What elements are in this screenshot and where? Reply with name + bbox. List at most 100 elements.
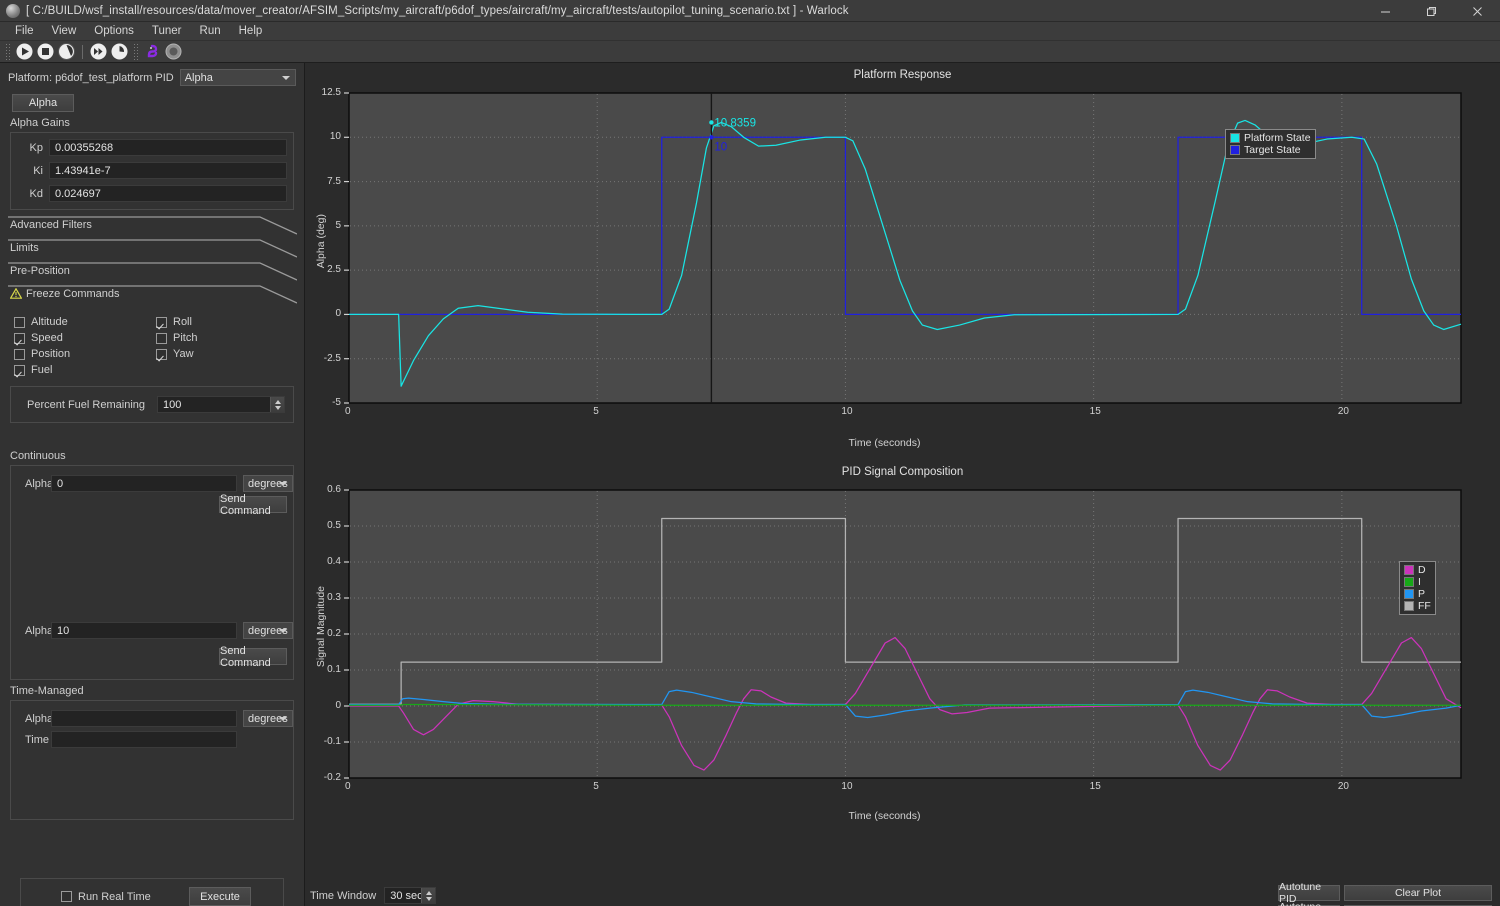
checkbox-fuel[interactable]: Fuel <box>14 362 156 378</box>
fuel-value: 100 <box>163 398 182 411</box>
checkbox-yaw-box[interactable] <box>156 348 167 360</box>
section-limits-label: Limits <box>10 242 39 254</box>
legend-item[interactable]: P <box>1404 588 1431 600</box>
pid-signal-legend[interactable]: D I P FF <box>1399 561 1436 615</box>
send-command-button-2[interactable]: Send Command <box>219 645 287 669</box>
section-pre-position[interactable]: Pre-Position <box>0 262 304 283</box>
y-tick-label: -5 <box>332 397 341 408</box>
section-limits[interactable]: Limits <box>0 239 304 260</box>
toolbar-grip-2[interactable] <box>133 43 139 60</box>
menu-tuner[interactable]: Tuner <box>143 23 191 39</box>
alpha-tab-button[interactable]: Alpha <box>12 94 74 112</box>
platform-response-plot[interactable]: Alpha (deg) 10.8359 10 Platform State Targ… <box>305 81 1500 451</box>
toolbar-grip[interactable] <box>5 43 11 60</box>
checkbox-position-box[interactable] <box>14 348 25 360</box>
continuous-unit-select-1[interactable]: degrees <box>243 475 293 492</box>
menu-help[interactable]: Help <box>230 23 272 39</box>
pid-signal-plot[interactable]: Signal Magnitude D I P FF -0.2 -0.1 0 0.1 0.2 0.… <box>305 478 1500 808</box>
kd-field[interactable]: 0.024697 <box>49 185 287 202</box>
record-icon[interactable] <box>164 42 183 61</box>
menu-view[interactable]: View <box>43 23 86 39</box>
play-icon[interactable] <box>15 42 34 61</box>
time-managed-alpha-input[interactable] <box>51 710 237 727</box>
freeze-checkbox-grid: Altitude Roll Speed Pitch Position Yaw F… <box>0 306 304 378</box>
spinner-down-icon[interactable] <box>274 405 281 410</box>
time-window-spinner[interactable]: 30 sec <box>384 887 437 904</box>
time-managed-unit-select[interactable]: degrees <box>243 710 293 727</box>
spinner-up-icon[interactable] <box>274 399 281 404</box>
x-tick-label: 20 <box>1337 781 1349 792</box>
legend-swatch <box>1404 589 1414 599</box>
send-command-button-1[interactable]: Send Command <box>219 493 287 517</box>
toolbar-separator-1 <box>82 44 83 59</box>
spinner-down-icon[interactable] <box>425 896 432 901</box>
gain-row-ki: Ki 1.43941e-7 <box>17 162 287 179</box>
continuous-unit-select-2[interactable]: degrees <box>243 622 293 639</box>
platform-response-legend[interactable]: Platform State Target State <box>1225 129 1316 159</box>
checkbox-yaw[interactable]: Yaw <box>156 346 304 362</box>
fast-forward-icon[interactable] <box>89 42 108 61</box>
fuel-spinner[interactable]: 100 <box>157 396 285 413</box>
x-tick-label: 5 <box>593 781 599 792</box>
spinner-up-icon[interactable] <box>425 890 432 895</box>
checkbox-pitch-box[interactable] <box>156 332 167 344</box>
legend-item[interactable]: FF <box>1404 600 1431 612</box>
checkbox-speed[interactable]: Speed <box>14 330 156 346</box>
pid-select[interactable]: Alpha <box>179 69 296 86</box>
execute-button[interactable]: Execute <box>189 887 251 906</box>
ki-field[interactable]: 1.43941e-7 <box>49 162 287 179</box>
checkbox-roll-box[interactable] <box>156 316 167 328</box>
continuous-alpha-input-2[interactable]: 10 <box>51 622 237 639</box>
y-tick-label: 5 <box>335 219 341 231</box>
time-managed-time-input[interactable] <box>51 731 237 748</box>
section-freeze-commands[interactable]: Freeze Commands <box>0 285 304 306</box>
menu-run[interactable]: Run <box>191 23 230 39</box>
continuous-alpha-input-1[interactable]: 0 <box>51 475 237 492</box>
fuel-label: Percent Fuel Remaining <box>27 398 146 411</box>
legend-swatch <box>1404 565 1414 575</box>
menu-file[interactable]: File <box>6 23 43 39</box>
checkbox-fuel-box[interactable] <box>14 364 25 376</box>
clear-plot-button[interactable]: Clear Plot <box>1344 885 1492 901</box>
y-tick-label: 12.5 <box>321 87 341 98</box>
checkbox-speed-box[interactable] <box>14 332 25 344</box>
checkbox-yaw-label: Yaw <box>173 348 194 360</box>
pause-circle-icon[interactable] <box>57 42 76 61</box>
time-window-spinner-buttons[interactable] <box>421 888 436 903</box>
section-advanced-filters[interactable]: Advanced Filters <box>0 216 304 237</box>
section-advanced-filters-label: Advanced Filters <box>10 219 92 231</box>
legend-item[interactable]: I <box>1404 576 1431 588</box>
stop-icon[interactable] <box>36 42 55 61</box>
y-tick-label: 0.5 <box>327 520 341 531</box>
minimize-icon[interactable] <box>1362 0 1408 22</box>
checkbox-run-real-time-label: Run Real Time <box>78 890 151 903</box>
x-tick-label: 20 <box>1337 406 1349 417</box>
platform-response-canvas[interactable]: 10.8359 10 <box>305 81 1500 441</box>
checkbox-run-real-time-box[interactable] <box>61 891 72 902</box>
platform-response-title: Platform Response <box>853 69 952 81</box>
menu-options[interactable]: Options <box>85 23 143 39</box>
clock-icon[interactable] <box>110 42 129 61</box>
legend-item[interactable]: D <box>1404 564 1431 576</box>
autotune-pid-button[interactable]: Autotune PID <box>1278 881 1340 905</box>
close-icon[interactable] <box>1454 0 1500 22</box>
title-bar: [ C:/BUILD/wsf_install/resources/data/mo… <box>0 0 1500 22</box>
checkbox-roll[interactable]: Roll <box>156 314 304 330</box>
checkbox-position[interactable]: Position <box>14 346 156 362</box>
checkbox-altitude[interactable]: Altitude <box>14 314 156 330</box>
checkbox-run-real-time[interactable]: Run Real Time <box>61 889 151 905</box>
chevron-down-icon <box>278 716 287 721</box>
x-tick-label: 10 <box>841 781 853 792</box>
fuel-row: Percent Fuel Remaining 100 <box>19 396 285 413</box>
fuel-spinner-buttons[interactable] <box>270 397 284 412</box>
legend-item[interactable]: Target State <box>1230 144 1311 156</box>
continuous-alpha-label-1: Alpha <box>25 477 54 490</box>
kp-field[interactable]: 0.00355268 <box>49 139 287 156</box>
legend-label: FF <box>1418 600 1431 612</box>
legend-item[interactable]: Platform State <box>1230 132 1311 144</box>
pid-signal-canvas[interactable] <box>305 478 1500 808</box>
python-icon[interactable] <box>143 42 162 61</box>
checkbox-altitude-box[interactable] <box>14 316 25 328</box>
maximize-icon[interactable] <box>1408 0 1454 22</box>
checkbox-pitch[interactable]: Pitch <box>156 330 304 346</box>
